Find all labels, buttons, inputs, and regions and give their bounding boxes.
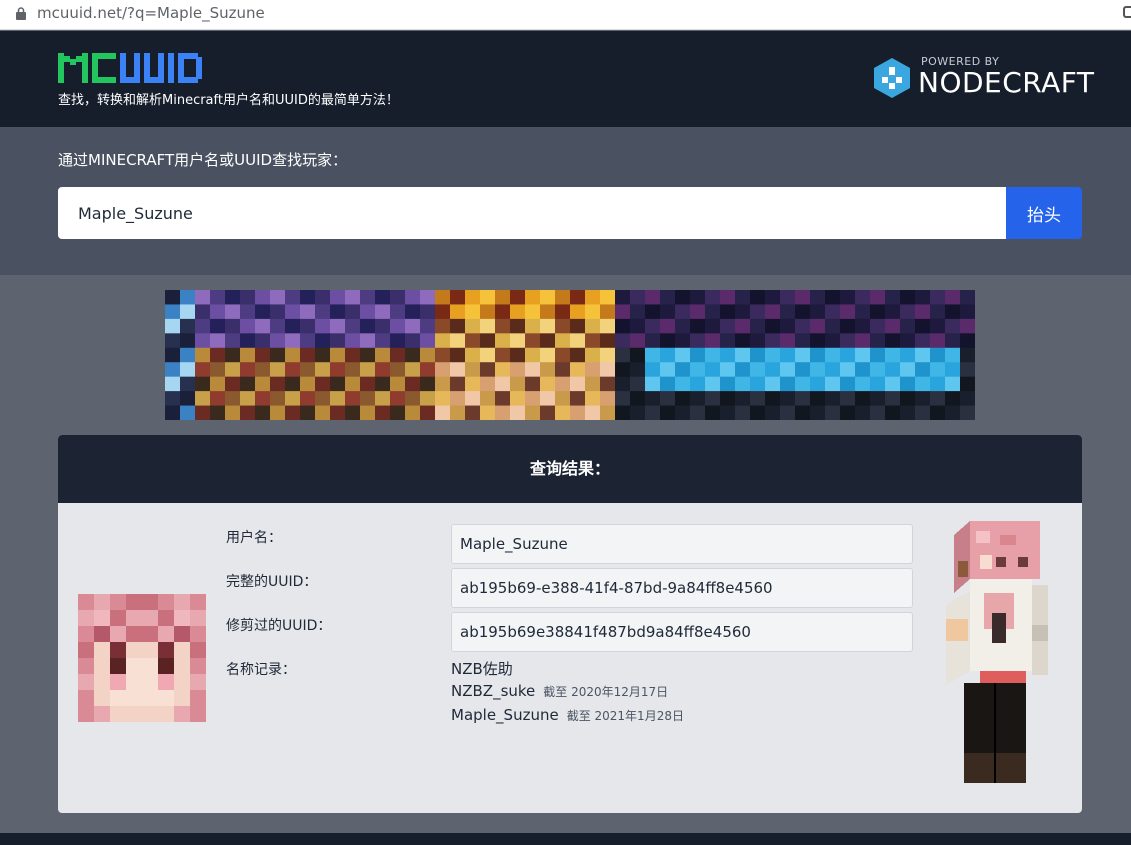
search-input[interactable] [58,187,1006,239]
pixel-banner-image [165,290,975,420]
search-section: 通过MINECRAFT用户名或UUID查找玩家： 抬头 [0,127,1131,275]
history-date: 截至 2020年12月17日 [543,685,669,699]
nodecraft-hex-icon [874,58,910,98]
search-label: 通过MINECRAFT用户名或UUID查找玩家： [58,151,348,169]
address-bar[interactable]: mcuuid.net/?q=Maple_Suzune [0,0,1131,30]
browser-edge-icon [1123,6,1131,18]
trimmed-uuid-field[interactable]: ab195b69e38841f487bd9a84ff8e4560 [451,612,913,652]
history-date: 截至 2021年1月28日 [566,709,684,723]
name-history-label: 名称记录： [226,662,296,678]
result-card: 查询结果： 用户名： Maple_Suzune 完整的UUID： ab195b6… [58,435,1082,813]
username-label: 用户名： [226,530,282,546]
player-head-avatar [78,594,206,722]
nodecraft-wordmark: NODECRAFT [918,66,1095,99]
history-name: NZBZ_suke [451,682,536,700]
full-uuid-label: 完整的UUID： [226,574,318,590]
site-tagline: 查找，转换和解析Minecraft用户名和UUID的最简单方法！ [58,93,399,108]
lock-icon [16,7,26,20]
nodecraft-sponsor-link[interactable]: POWERED BY NODECRAFT [873,55,1094,103]
trimmed-uuid-label: 修剪过的UUID： [226,618,332,634]
history-item: NZBZ_suke 截至 2020年12月17日 [451,682,668,700]
history-item: Maple_Suzune 截至 2021年1月28日 [451,706,684,724]
username-field[interactable]: Maple_Suzune [451,524,913,564]
lookup-button[interactable]: 抬头 [1006,187,1082,239]
result-title: 查询结果： [58,435,1082,503]
history-name: NZB佐助 [451,660,513,678]
url-text[interactable]: mcuuid.net/?q=Maple_Suzune [37,4,265,22]
history-name: Maple_Suzune [451,706,559,724]
full-uuid-field[interactable]: ab195b69-e388-41f4-87bd-9a84ff8e4560 [451,568,913,608]
player-body-render [946,521,1048,783]
site-footer [0,833,1131,845]
mcuuid-logo[interactable] [58,53,204,83]
history-item: NZB佐助 [451,658,513,679]
site-header: 查找，转换和解析Minecraft用户名和UUID的最简单方法！ POWERED… [0,31,1131,127]
